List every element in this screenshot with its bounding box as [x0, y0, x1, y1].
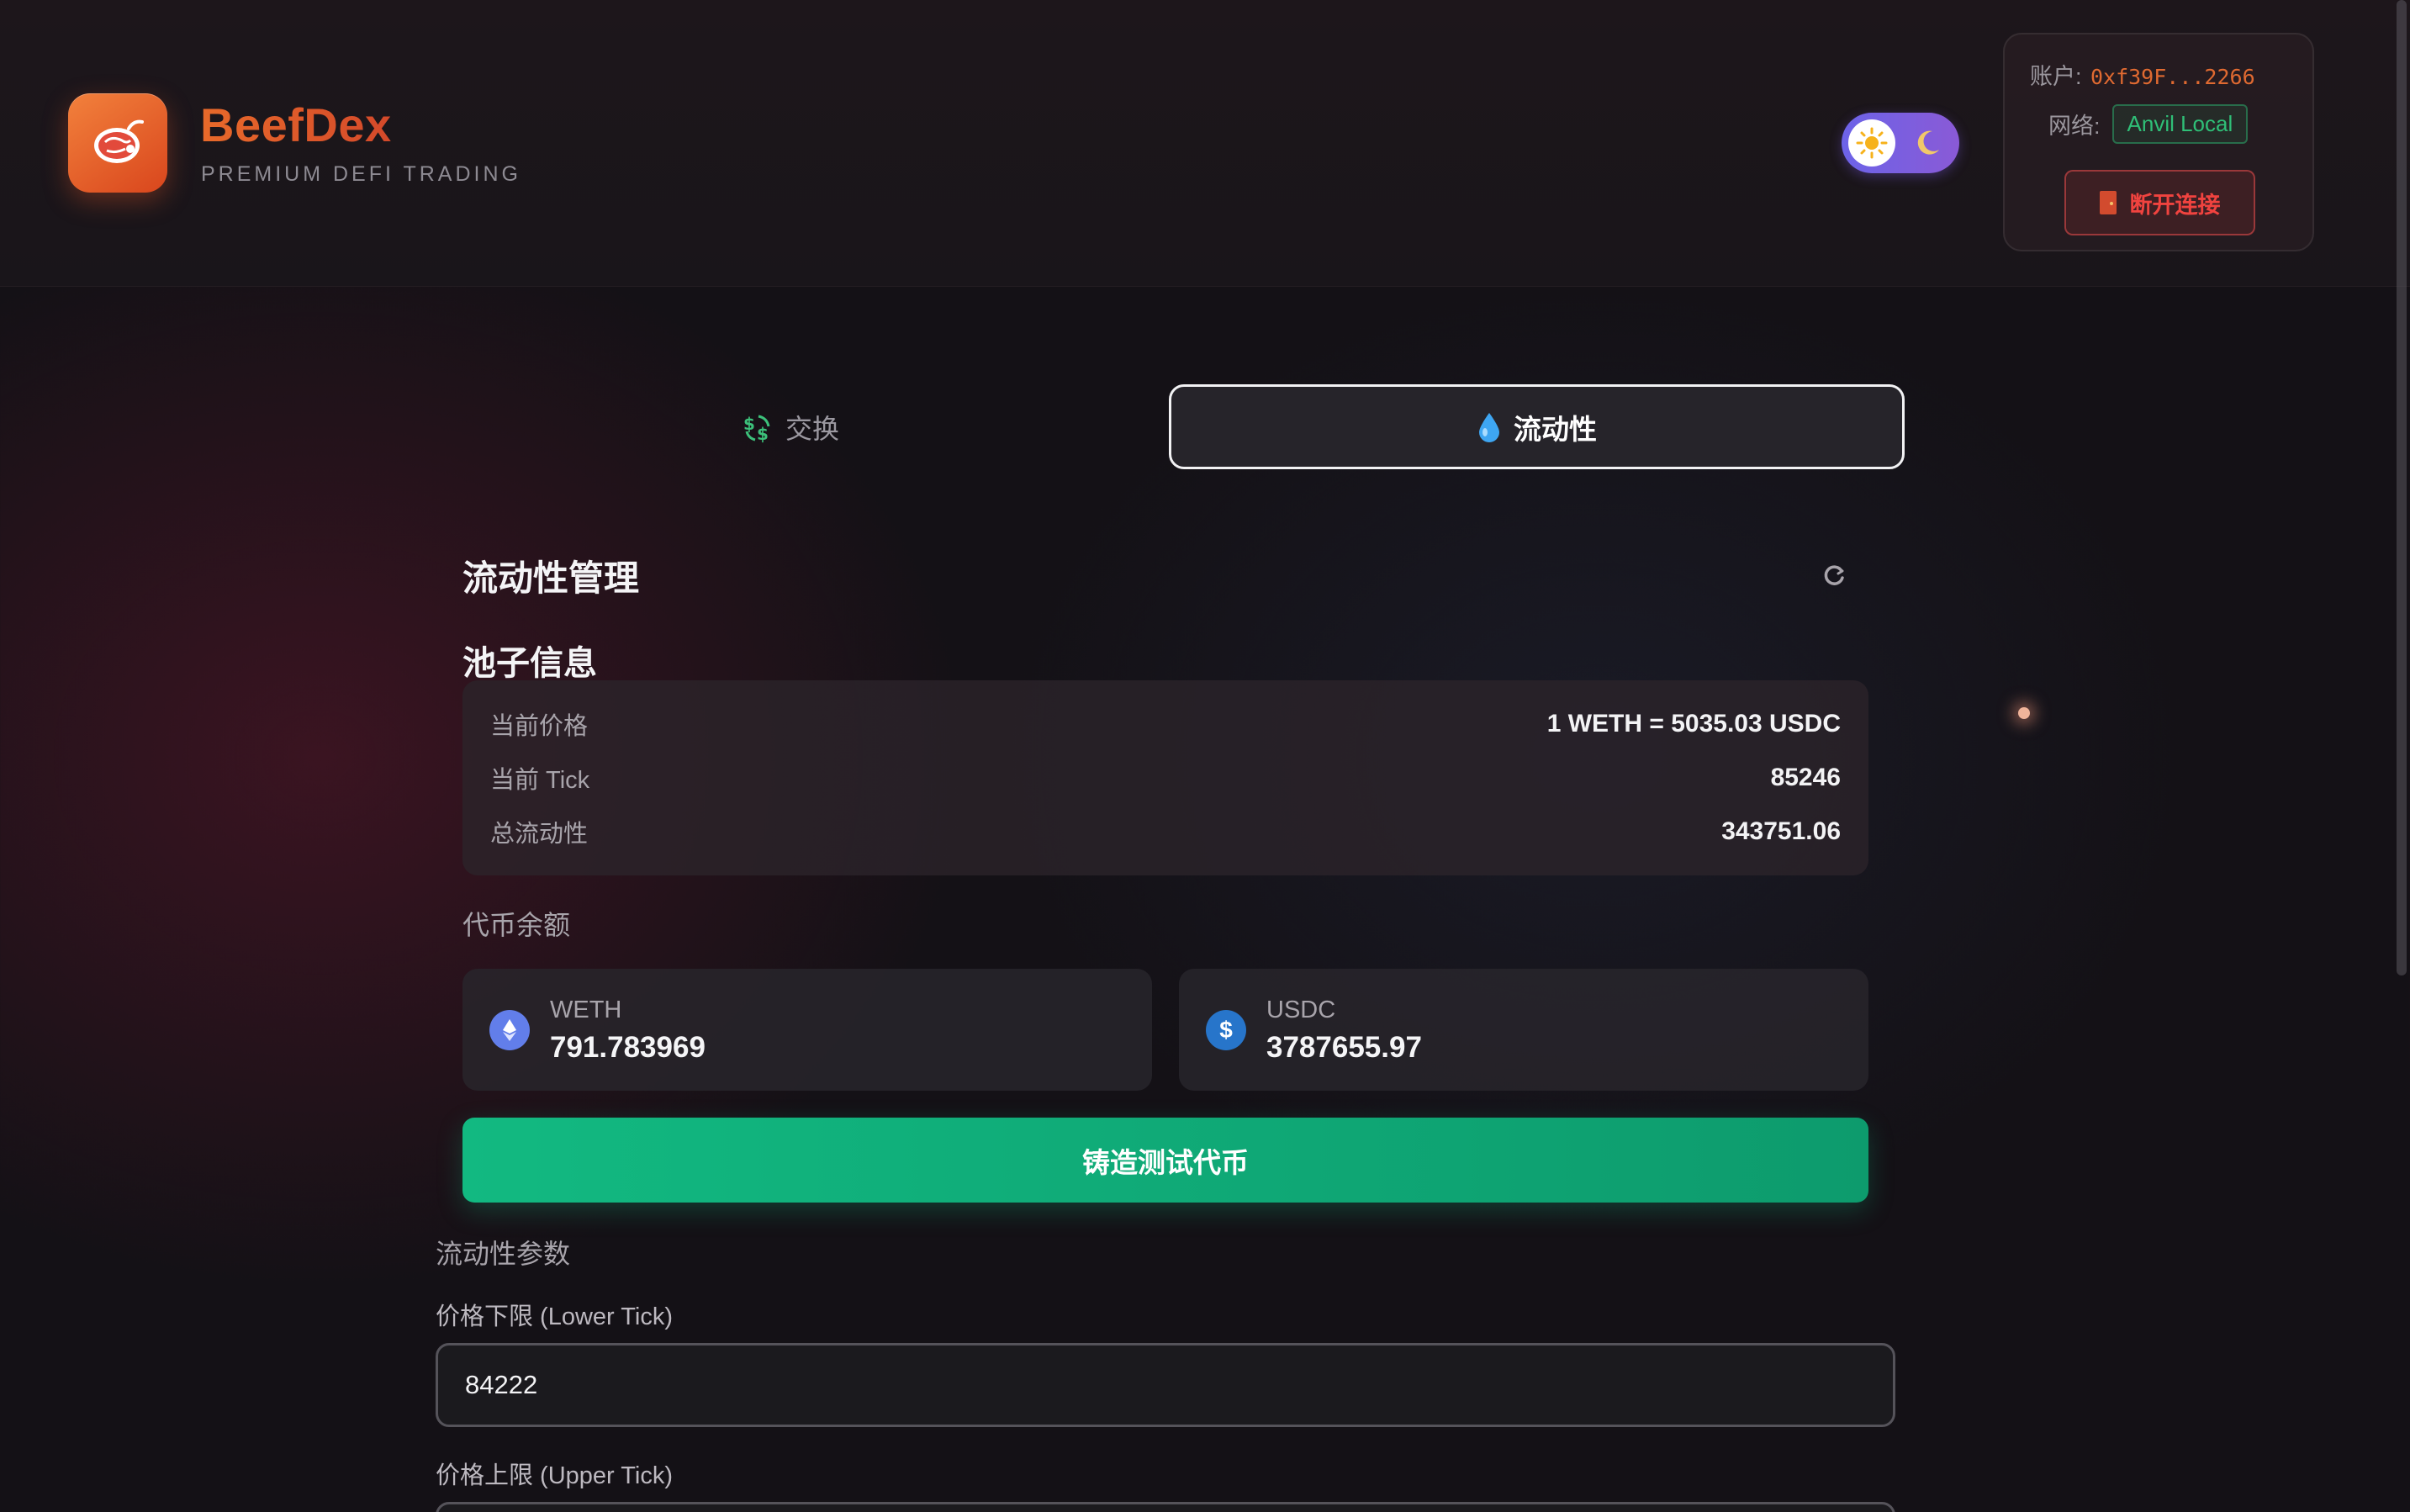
ethereum-icon [489, 1010, 530, 1050]
pool-info-key: 当前价格 [490, 713, 589, 740]
brand-name: BeefDex [200, 98, 392, 151]
dollar-icon: $ [1206, 1010, 1246, 1050]
upper-tick-input[interactable] [436, 1502, 1895, 1512]
account-address[interactable]: 0xf39F...2266 [2090, 65, 2255, 89]
token-symbol: USDC [1266, 997, 1336, 1023]
tab-liquidity-label: 流动性 [1514, 413, 1597, 445]
svg-text:$: $ [743, 414, 755, 434]
pool-info-key: 总流动性 [490, 821, 589, 848]
network-badge: Anvil Local [2111, 104, 2249, 144]
token-amount: 791.783969 [550, 1031, 706, 1064]
upper-tick-label: 价格上限 (Upper Tick) [436, 1462, 673, 1489]
account-row: 账户: 0xf39F...2266 [2030, 58, 2255, 91]
page-scrollbar[interactable] [2397, 0, 2407, 975]
disconnect-button[interactable]: 断开连接 [2064, 170, 2255, 235]
token-balance-card-weth: WETH 791.783969 [462, 969, 1152, 1091]
liquidity-title: 流动性管理 [462, 558, 640, 598]
token-amount: 3787655.97 [1266, 1031, 1422, 1064]
svg-text:$: $ [757, 424, 769, 443]
network-label: 网络: [2048, 114, 2101, 139]
pool-info-card: 当前价格 1 WETH = 5035.03 USDC 当前 Tick 85246… [462, 680, 1868, 875]
pool-info-row-liquidity: 总流动性 343751.06 [490, 815, 1841, 849]
account-card: 账户: 0xf39F...2266 网络: Anvil Local 断开连接 [2003, 33, 2314, 251]
token-balance-card-usdc: $ USDC 3787655.97 [1179, 969, 1868, 1091]
droplet-icon [1479, 412, 1499, 442]
token-balances-label: 代币余额 [462, 910, 571, 940]
app-header: BeefDex PREMIUM DEFI TRADING 账户: 0xf39F.… [0, 0, 2410, 287]
moon-icon [1917, 130, 1939, 155]
tab-liquidity[interactable]: 流动性 [1169, 384, 1905, 469]
sun-icon [1848, 119, 1895, 167]
pool-info-title: 池子信息 [462, 645, 597, 682]
pool-info-row-price: 当前价格 1 WETH = 5035.03 USDC [490, 707, 1841, 741]
pool-info-row-tick: 当前 Tick 85246 [490, 761, 1841, 795]
lower-tick-label: 价格下限 (Lower Tick) [436, 1303, 673, 1330]
tab-swap-label: 交换 [785, 414, 839, 444]
token-symbol: WETH [550, 997, 622, 1023]
brand-tagline: PREMIUM DEFI TRADING [201, 162, 521, 186]
app-logo [68, 93, 167, 193]
account-label: 账户: [2030, 64, 2082, 89]
lower-tick-input[interactable] [436, 1343, 1895, 1427]
liquidity-params-label: 流动性参数 [436, 1239, 571, 1269]
tab-swap[interactable]: $ $ 交换 [605, 385, 975, 469]
theme-toggle[interactable] [1842, 113, 1959, 173]
pool-info-key: 当前 Tick [490, 767, 590, 794]
network-row: 网络: Anvil Local [2048, 104, 2249, 144]
refresh-icon[interactable] [1821, 563, 1847, 588]
mint-test-tokens-button[interactable]: 铸造测试代币 [462, 1118, 1868, 1203]
pool-info-value: 1 WETH = 5035.03 USDC [1546, 710, 1841, 737]
pool-info-value: 85246 [1770, 764, 1841, 791]
disconnect-label: 断开连接 [2129, 192, 2221, 218]
door-icon [2099, 191, 2117, 214]
pool-info-value: 343751.06 [1721, 817, 1841, 845]
meat-icon [94, 119, 144, 163]
currency-exchange-icon: $ $ [743, 414, 770, 443]
decorative-glow-dot [2018, 707, 2030, 719]
